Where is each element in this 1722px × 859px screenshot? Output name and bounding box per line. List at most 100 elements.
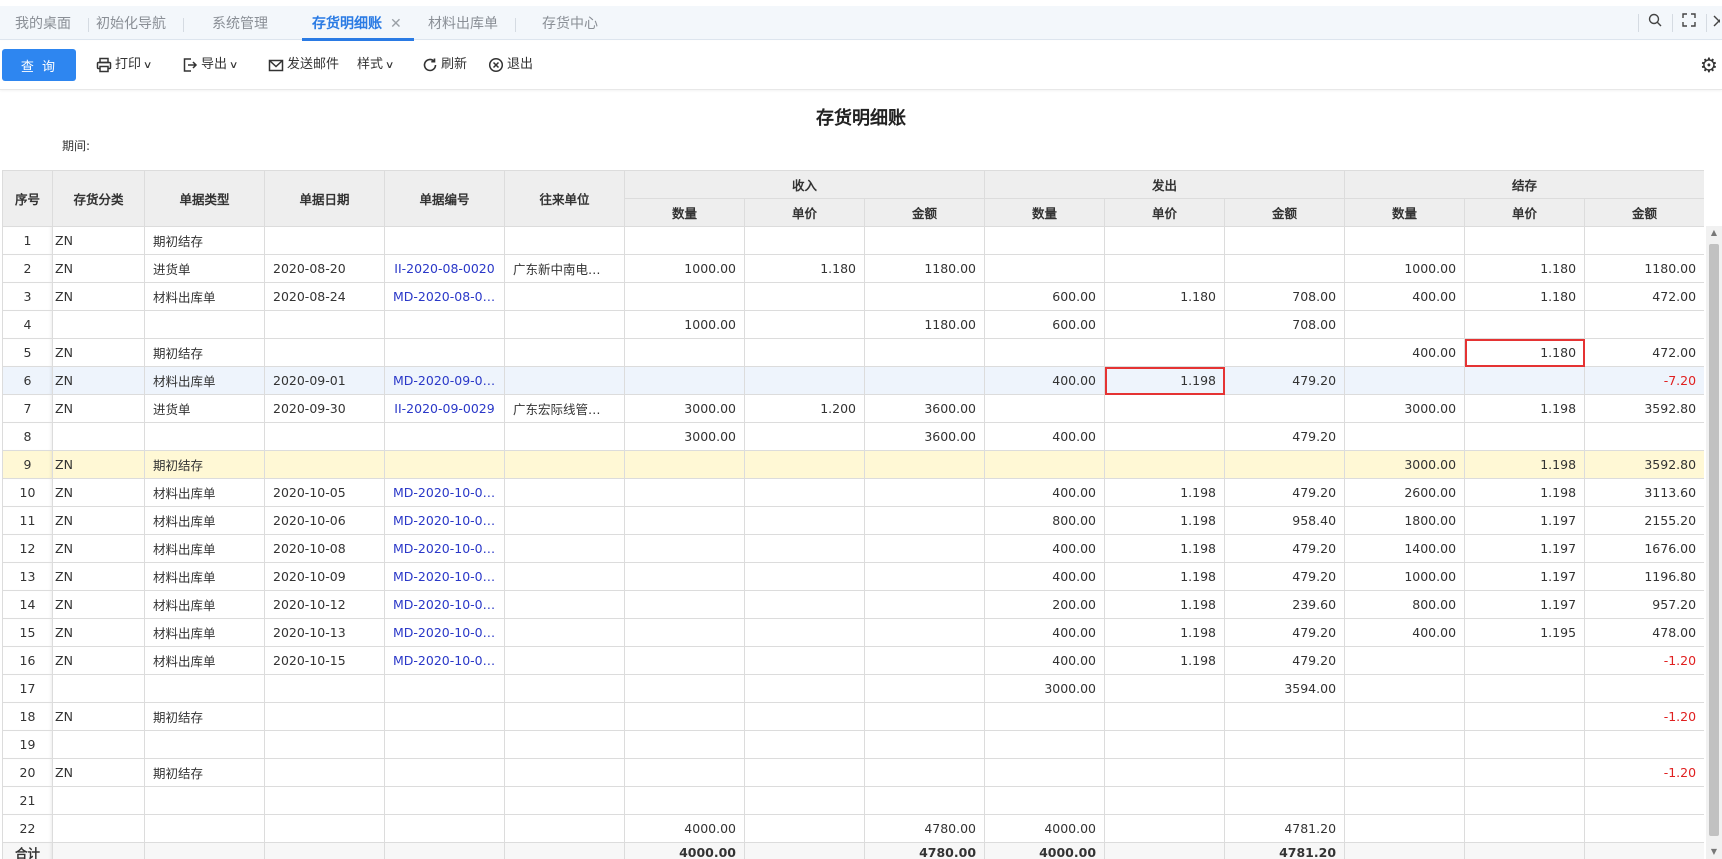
print-button[interactable]: 打印 ∨ — [96, 49, 152, 81]
header-income-amount[interactable]: 金额 — [863, 198, 986, 227]
header-category[interactable]: 存货分类 — [52, 170, 145, 227]
table-row[interactable]: 8 3000.00 3600.00 400.00 479.20 — [2, 422, 1704, 451]
doc-no-link[interactable]: MD-2020-10-0036 — [384, 646, 505, 675]
issue-amount-cell — [1224, 254, 1346, 283]
header-doc-type[interactable]: 单据类型 — [144, 170, 265, 227]
table-row[interactable]: 20 ZN 期初结存 -1.20 — [2, 758, 1704, 787]
doc-no-link[interactable]: II-2020-08-0020 — [384, 254, 505, 283]
header-doc-no[interactable]: 单据编号 — [384, 170, 505, 227]
vertical-scrollbar[interactable]: ▲ ▼ — [1706, 226, 1722, 859]
doc-no-link[interactable]: MD-2020-10-0018 — [384, 562, 505, 591]
tab-system-management[interactable]: 系统管理 — [212, 6, 268, 39]
table-row[interactable]: 9 ZN 期初结存 3000.00 1.198 3592.80 — [2, 450, 1704, 479]
issue-qty-cell — [984, 254, 1106, 283]
table-row[interactable]: 12 ZN 材料出库单 2020-10-08 MD-2020-10-0016 400.00… — [2, 534, 1704, 563]
close-window-icon[interactable] — [1706, 6, 1722, 40]
table-row[interactable]: 3 ZN 材料出库单 2020-08-24 MD-2020-08-0033 600.00 1… — [2, 282, 1704, 311]
send-mail-button[interactable]: 发送邮件 — [268, 49, 339, 81]
fullscreen-icon[interactable] — [1672, 6, 1706, 40]
issue-price-cell — [1104, 758, 1226, 787]
header-issue-amount[interactable]: 金额 — [1224, 198, 1346, 227]
balance-price-cell: 1.197 — [1464, 590, 1586, 619]
header-doc-date[interactable]: 单据日期 — [264, 170, 385, 227]
issue-qty-cell: 800.00 — [984, 506, 1106, 535]
doc-no-link[interactable]: MD-2020-10-0005 — [384, 478, 505, 507]
income-amount-cell — [863, 674, 986, 703]
gear-icon[interactable]: ⚙ — [1700, 49, 1722, 81]
table-row[interactable]: 5 ZN 期初结存 400.00 1.180 472.00 — [2, 338, 1704, 367]
category-cell: ZN — [52, 394, 145, 423]
scroll-down-icon[interactable]: ▼ — [1706, 845, 1722, 859]
table-row[interactable]: 15 ZN 材料出库单 2020-10-13 MD-2020-10-0032 400.00… — [2, 618, 1704, 647]
table-row[interactable]: 1 ZN 期初结存 — [2, 226, 1704, 255]
partner-cell — [504, 422, 625, 451]
table-row[interactable]: 22 4000.00 4780.00 4000.00 4781.20 — [2, 814, 1704, 843]
balance-qty-cell — [1344, 674, 1466, 703]
issue-price-cell: 1.198 — [1104, 366, 1226, 395]
tab-my-desktop[interactable]: 我的桌面 — [15, 6, 89, 39]
doc-no-link[interactable]: MD-2020-10-0026 — [384, 590, 505, 619]
doc-type-cell — [144, 786, 265, 815]
tab-inventory-ledger[interactable]: 存货明细账 ✕ — [302, 6, 414, 41]
table-row[interactable]: 7 ZN 进货单 2020-09-30 II-2020-09-0029 广东宏际线管… 30… — [2, 394, 1704, 423]
balance-amount-cell: -1.20 — [1584, 758, 1704, 787]
balance-qty-cell: 1800.00 — [1344, 506, 1466, 535]
header-seq[interactable]: 序号 — [2, 170, 53, 227]
style-button[interactable]: 样式 ∨ — [357, 49, 394, 81]
header-income-qty[interactable]: 数量 — [624, 198, 745, 227]
tab-material-issue[interactable]: 材料出库单 — [428, 6, 516, 39]
tab-init-nav[interactable]: 初始化导航 — [96, 6, 184, 39]
search-icon[interactable] — [1638, 6, 1672, 40]
issue-amount-cell — [1224, 730, 1346, 759]
table-row[interactable]: 18 ZN 期初结存 -1.20 — [2, 702, 1704, 731]
header-balance-qty[interactable]: 数量 — [1344, 198, 1466, 227]
table-row[interactable]: 10 ZN 材料出库单 2020-10-05 MD-2020-10-0005 400.00… — [2, 478, 1704, 507]
doc-no-link[interactable]: MD-2020-10-0032 — [384, 618, 505, 647]
doc-no-link — [384, 450, 505, 479]
header-partner[interactable]: 往来单位 — [504, 170, 625, 227]
scrollbar-thumb[interactable] — [1709, 244, 1719, 836]
refresh-icon — [423, 58, 437, 71]
query-button[interactable]: 查 询 — [2, 49, 76, 81]
balance-price-cell: 1.180 — [1464, 282, 1586, 311]
doc-no-link[interactable]: MD-2020-10-0016 — [384, 534, 505, 563]
table-row[interactable]: 13 ZN 材料出库单 2020-10-09 MD-2020-10-0018 400.00… — [2, 562, 1704, 591]
doc-no-link[interactable]: MD-2020-09-0001 — [384, 366, 505, 395]
exit-button[interactable]: 退出 — [488, 49, 533, 81]
table-row[interactable]: 16 ZN 材料出库单 2020-10-15 MD-2020-10-0036 400.00… — [2, 646, 1704, 675]
doc-type-cell: 材料出库单 — [144, 282, 265, 311]
table-row[interactable]: 2 ZN 进货单 2020-08-20 II-2020-08-0020 广东新中南电… 10… — [2, 254, 1704, 283]
doc-type-cell: 期初结存 — [144, 702, 265, 731]
table-row[interactable]: 17 3000.00 3594.00 — [2, 674, 1704, 703]
tab-inventory-center[interactable]: 存货中心 — [542, 6, 598, 39]
partner-cell — [504, 786, 625, 815]
header-issue-qty[interactable]: 数量 — [984, 198, 1106, 227]
refresh-button[interactable]: 刷新 — [422, 49, 467, 81]
doc-no-link[interactable]: MD-2020-08-0033 — [384, 282, 505, 311]
table-row[interactable]: 14 ZN 材料出库单 2020-10-12 MD-2020-10-0026 200.00… — [2, 590, 1704, 619]
income-qty-cell — [624, 618, 745, 647]
table-row[interactable]: 6 ZN 材料出库单 2020-09-01 MD-2020-09-0001 400.00 1… — [2, 366, 1704, 395]
balance-price-cell — [1464, 702, 1586, 731]
header-balance-price[interactable]: 单价 — [1464, 198, 1586, 227]
doc-date-cell: 2020-10-13 — [264, 618, 385, 647]
balance-amount-cell: 478.00 — [1584, 618, 1704, 647]
scroll-up-icon[interactable]: ▲ — [1706, 226, 1722, 240]
table-row[interactable]: 21 — [2, 786, 1704, 815]
doc-date-cell: 2020-10-05 — [264, 478, 385, 507]
table-row[interactable]: 11 ZN 材料出库单 2020-10-06 MD-2020-10-0010 800.00… — [2, 506, 1704, 535]
income-qty-cell — [624, 590, 745, 619]
header-issue-price[interactable]: 单价 — [1104, 198, 1226, 227]
doc-no-link[interactable]: MD-2020-10-0010 — [384, 506, 505, 535]
table-row[interactable]: 19 — [2, 730, 1704, 759]
issue-amount-cell: 479.20 — [1224, 366, 1346, 395]
close-icon[interactable]: ✕ — [390, 16, 402, 32]
header-income-price[interactable]: 单价 — [744, 198, 865, 227]
issue-price-cell — [1104, 730, 1226, 759]
table-row[interactable]: 4 1000.00 1180.00 600.00 708.00 — [2, 310, 1704, 339]
partner-cell — [504, 730, 625, 759]
export-button[interactable]: 导出 ∨ — [182, 49, 238, 81]
doc-no-link[interactable]: II-2020-09-0029 — [384, 394, 505, 423]
header-balance-amount[interactable]: 金额 — [1584, 198, 1704, 227]
category-cell: ZN — [52, 226, 145, 255]
